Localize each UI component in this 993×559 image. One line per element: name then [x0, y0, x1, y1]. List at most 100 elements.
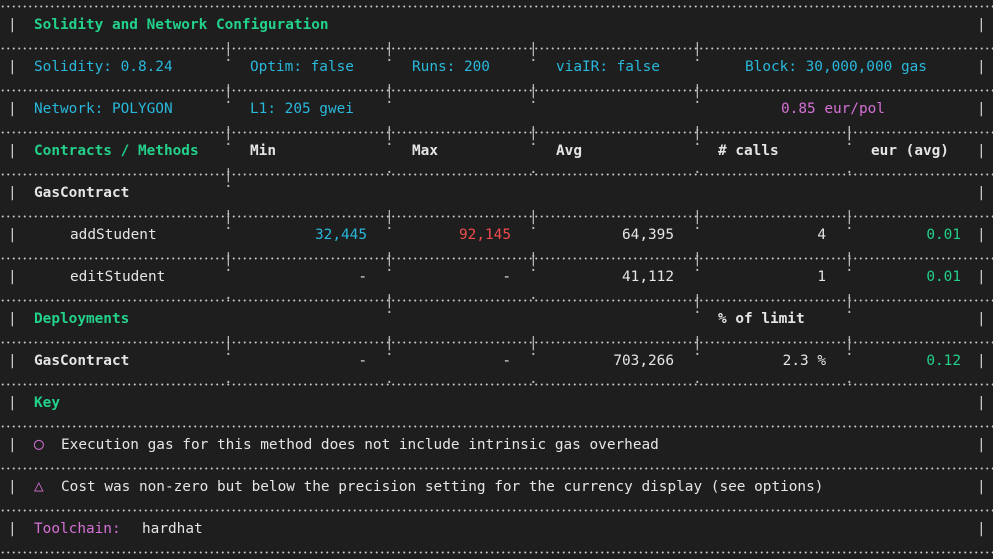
token-price: 0.85 eur/pol [781, 101, 885, 117]
circle-icon: ◯ [34, 434, 44, 453]
left-border: | [8, 227, 17, 243]
deployment-max-gas: - [502, 353, 511, 369]
left-border: | [8, 269, 17, 285]
optimizer-setting: Optim: false [250, 59, 354, 75]
row-separator [0, 425, 993, 428]
right-border: | [977, 479, 986, 495]
triangle-icon: △ [34, 476, 44, 495]
left-border: | [8, 437, 17, 453]
left-border: | [8, 395, 17, 411]
column-separator-pipe: | [224, 41, 233, 57]
header-min: Min [250, 143, 276, 159]
right-border: | [977, 269, 986, 285]
column-separator-pipe: | [693, 209, 702, 225]
column-separator-dot: · [529, 165, 538, 181]
network-name: Network: POLYGON [34, 101, 173, 117]
left-border: | [8, 101, 17, 117]
method-call-count: 1 [817, 269, 826, 285]
column-separator-dot: · [529, 291, 538, 307]
column-separator-pipe: | [385, 125, 394, 141]
column-separator-pipe: | [385, 83, 394, 99]
left-border: | [8, 59, 17, 75]
header-max: Max [412, 143, 438, 159]
column-separator-pipe: | [385, 209, 394, 225]
column-separator-pipe: | [693, 251, 702, 267]
deployment-avg-gas: 703,266 [613, 353, 674, 369]
row-separator [0, 467, 993, 470]
column-separator-dot: · [845, 375, 854, 391]
row-separator [0, 5, 993, 8]
column-separator-pipe: | [529, 125, 538, 141]
header-avg: Avg [556, 143, 582, 159]
column-separator-dot: · [845, 165, 854, 181]
right-border: | [977, 17, 986, 33]
column-separator-pipe: | [693, 293, 702, 309]
right-border: | [977, 521, 986, 537]
column-separator-pipe: | [224, 209, 233, 225]
row-separator [0, 509, 993, 512]
runs-setting: Runs: 200 [412, 59, 490, 75]
header-calls: # calls [718, 143, 779, 159]
method-eur-cost: 0.01 [926, 269, 961, 285]
right-border: | [977, 353, 986, 369]
right-border: | [977, 395, 986, 411]
toolchain-label: Toolchain: [34, 521, 121, 537]
key-description: Cost was non-zero but below the precisio… [61, 479, 824, 495]
column-separator-pipe: | [224, 335, 233, 351]
solidity-version: Solidity: 0.8.24 [34, 59, 173, 75]
l1-gas-price: L1: 205 gwei [250, 101, 354, 117]
column-separator-dot: · [693, 165, 702, 181]
column-separator-pipe: | [224, 83, 233, 99]
left-border: | [8, 185, 17, 201]
column-separator-pipe: | [845, 293, 854, 309]
column-separator-pipe: | [224, 125, 233, 141]
column-separator-dot: · [224, 291, 233, 307]
column-separator-pipe: | [529, 335, 538, 351]
header-percent-of-limit: % of limit [718, 311, 805, 327]
right-border: | [977, 311, 986, 327]
deployment-contract-name: GasContract [34, 353, 130, 369]
method-eur-cost: 0.01 [926, 227, 961, 243]
block-gas-limit: Block: 30,000,000 gas [745, 59, 927, 75]
column-separator-pipe: | [845, 209, 854, 225]
terminal-output: | | | | | | | | | | | | | | | | | | | | | | | | | | · · | · · | · · | · · | · ·… [0, 0, 993, 559]
method-call-count: 4 [817, 227, 826, 243]
column-separator-pipe: | [529, 209, 538, 225]
left-border: | [8, 143, 17, 159]
left-border: | [8, 17, 17, 33]
column-separator-pipe: | [693, 41, 702, 57]
column-separator-pipe: | [224, 167, 233, 183]
column-separator-pipe: | [529, 251, 538, 267]
left-border: | [8, 311, 17, 327]
key-description: Execution gas for this method does not i… [61, 437, 659, 453]
right-border: | [977, 101, 986, 117]
column-separator-pipe: | [385, 41, 394, 57]
column-separator-pipe: | [385, 251, 394, 267]
column-separator-pipe: | [845, 251, 854, 267]
row-separator [0, 551, 993, 554]
method-name: addStudent [70, 227, 157, 243]
column-separator-pipe: | [529, 83, 538, 99]
column-separator-pipe: | [693, 125, 702, 141]
left-border: | [8, 479, 17, 495]
column-separator-pipe: | [693, 83, 702, 99]
row-separator [0, 89, 993, 92]
column-separator-pipe: | [224, 251, 233, 267]
config-title: Solidity and Network Configuration [34, 17, 329, 33]
right-border: | [977, 437, 986, 453]
column-separator-dot: · [693, 375, 702, 391]
header-contracts-methods: Contracts / Methods [34, 143, 199, 159]
row-separator [0, 47, 993, 50]
method-min-gas: - [358, 269, 367, 285]
column-separator-dot: · [224, 375, 233, 391]
left-border: | [8, 521, 17, 537]
column-separator-pipe: | [845, 125, 854, 141]
toolchain-value: hardhat [142, 521, 203, 537]
method-avg-gas: 64,395 [622, 227, 674, 243]
header-eur-avg: eur (avg) [871, 143, 949, 159]
deployment-eur-cost: 0.12 [926, 353, 961, 369]
deployment-percent-of-limit: 2.3 % [782, 353, 826, 369]
right-border: | [977, 59, 986, 75]
column-separator-dot: · [385, 165, 394, 181]
column-separator-pipe: | [693, 335, 702, 351]
